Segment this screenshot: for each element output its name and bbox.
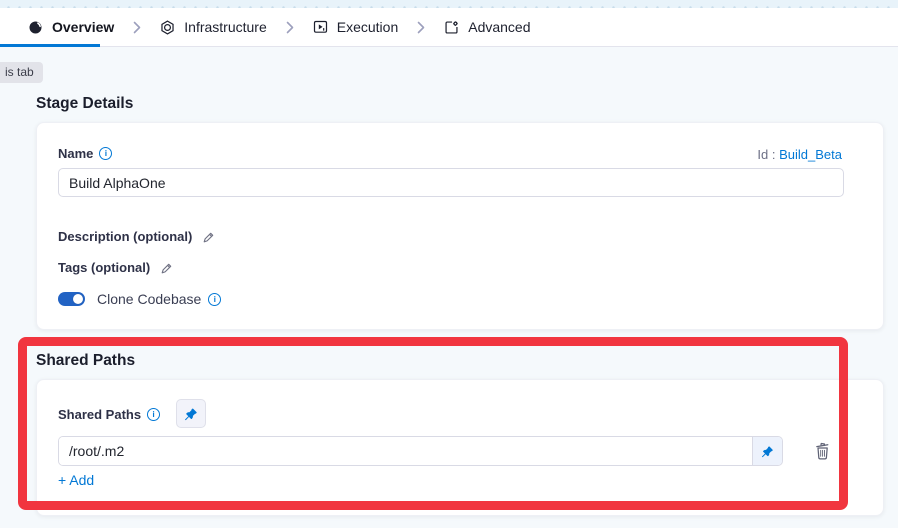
info-icon[interactable]: i bbox=[147, 408, 160, 421]
clone-codebase-toggle[interactable] bbox=[58, 292, 85, 306]
tab-label: Advanced bbox=[468, 19, 530, 35]
clone-codebase-label: Clone Codebase bbox=[97, 291, 201, 307]
stage-config-tabbar: Overview Infrastructure bbox=[0, 8, 898, 47]
input-pin-affix-button[interactable] bbox=[752, 437, 782, 465]
edit-description-pencil-icon[interactable] bbox=[201, 230, 215, 244]
tab-infrastructure[interactable]: Infrastructure bbox=[160, 19, 266, 35]
stage-id-link[interactable]: Build_Beta bbox=[779, 147, 842, 162]
shared-path-input-row bbox=[58, 436, 783, 466]
chevron-right-icon bbox=[286, 21, 294, 34]
id-label: Id : bbox=[757, 147, 775, 162]
shared-path-input[interactable] bbox=[59, 437, 752, 465]
add-shared-path-button[interactable]: + Add bbox=[58, 472, 94, 488]
tab-label: Infrastructure bbox=[184, 19, 266, 35]
toggle-knob bbox=[73, 294, 83, 304]
stage-details-card: Name i Id : Build_Beta Description (opti… bbox=[36, 122, 884, 330]
name-label: Name bbox=[58, 146, 93, 161]
info-icon[interactable]: i bbox=[99, 147, 112, 160]
edit-tags-pencil-icon[interactable] bbox=[159, 261, 173, 275]
delete-path-trash-icon[interactable] bbox=[809, 438, 835, 464]
tab-overview[interactable]: Overview bbox=[28, 19, 114, 35]
info-icon[interactable]: i bbox=[208, 293, 221, 306]
description-label: Description (optional) bbox=[58, 229, 192, 244]
infrastructure-icon bbox=[160, 20, 175, 35]
shared-paths-field-label: Shared Paths bbox=[58, 407, 141, 422]
tab-label: Execution bbox=[337, 19, 398, 35]
shared-paths-heading: Shared Paths bbox=[36, 352, 135, 370]
tab-label: Overview bbox=[52, 19, 114, 35]
tags-label: Tags (optional) bbox=[58, 260, 150, 275]
runtime-input-pin-button[interactable] bbox=[176, 399, 206, 428]
advanced-icon bbox=[444, 20, 459, 35]
shared-paths-card: Shared Paths i + Add bbox=[36, 379, 884, 516]
overview-icon bbox=[28, 20, 43, 35]
tab-execution[interactable]: Execution bbox=[313, 19, 398, 35]
active-tab-underline bbox=[0, 44, 100, 47]
stage-name-input[interactable] bbox=[58, 168, 844, 197]
stage-details-heading: Stage Details bbox=[36, 95, 133, 113]
tooltip-fragment: is tab bbox=[0, 62, 43, 83]
tab-advanced[interactable]: Advanced bbox=[444, 19, 530, 35]
chevron-right-icon bbox=[417, 21, 425, 34]
execution-icon bbox=[313, 20, 328, 35]
pipeline-canvas-strip bbox=[0, 0, 898, 8]
chevron-right-icon bbox=[133, 21, 141, 34]
